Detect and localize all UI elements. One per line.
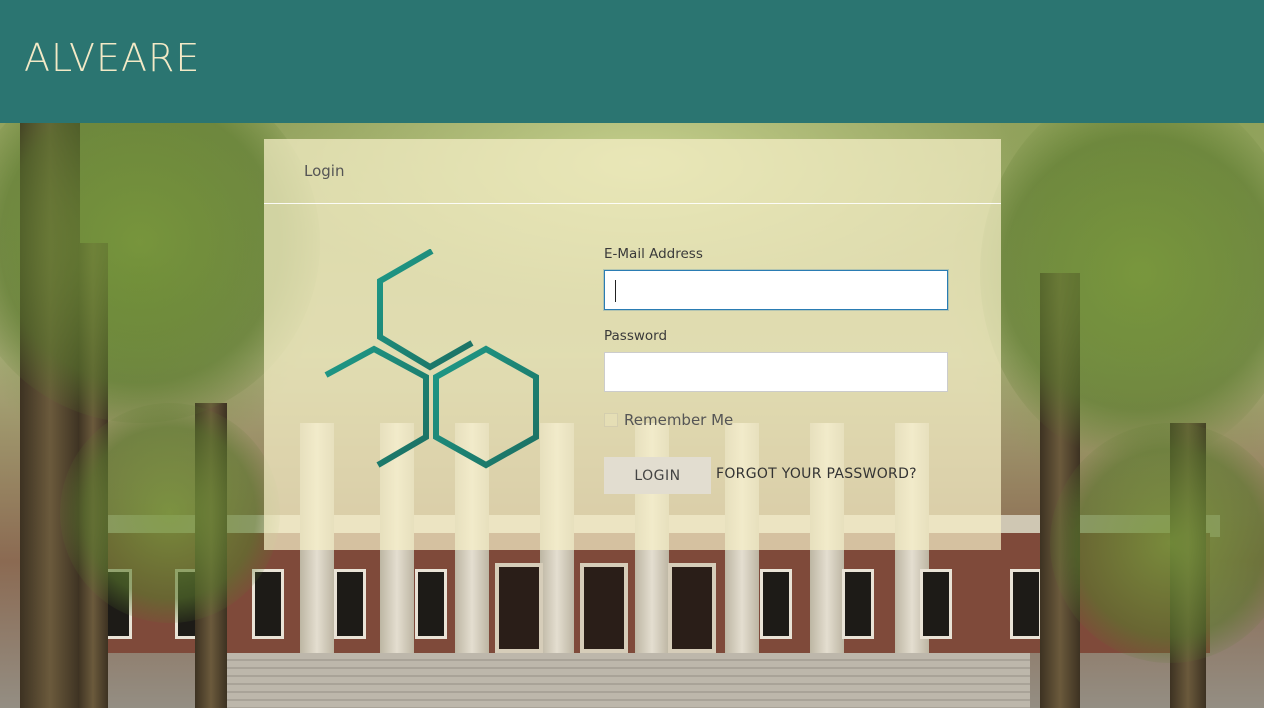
login-card: Login E-Mail Address Password Remember M… (264, 139, 1001, 550)
window (760, 569, 792, 639)
email-field[interactable] (604, 270, 948, 310)
remember-me-checkbox[interactable] (604, 413, 618, 427)
front-steps (210, 653, 1030, 708)
card-header: Login (264, 139, 1001, 204)
remember-me-row[interactable]: Remember Me (604, 411, 733, 429)
login-button[interactable]: LOGIN (604, 457, 711, 494)
password-label: Password (604, 328, 668, 344)
entrance-door (580, 563, 628, 653)
forgot-password-link[interactable]: FORGOT YOUR PASSWORD? (716, 466, 917, 482)
remember-me-label[interactable]: Remember Me (624, 411, 733, 429)
tree-canopy (980, 123, 1264, 463)
entrance-door (668, 563, 716, 653)
entrance-door (495, 563, 543, 653)
window (1010, 569, 1042, 639)
text-caret (615, 280, 616, 302)
hexagon-molecule-logo-icon (324, 249, 539, 469)
brand-logo-text[interactable]: ALVEARE (24, 36, 200, 80)
window (334, 569, 366, 639)
window (920, 569, 952, 639)
password-field[interactable] (604, 352, 948, 392)
top-navbar: ALVEARE (0, 0, 1264, 123)
window (842, 569, 874, 639)
tree-canopy (60, 403, 280, 623)
window (415, 569, 447, 639)
email-label: E-Mail Address (604, 246, 703, 262)
